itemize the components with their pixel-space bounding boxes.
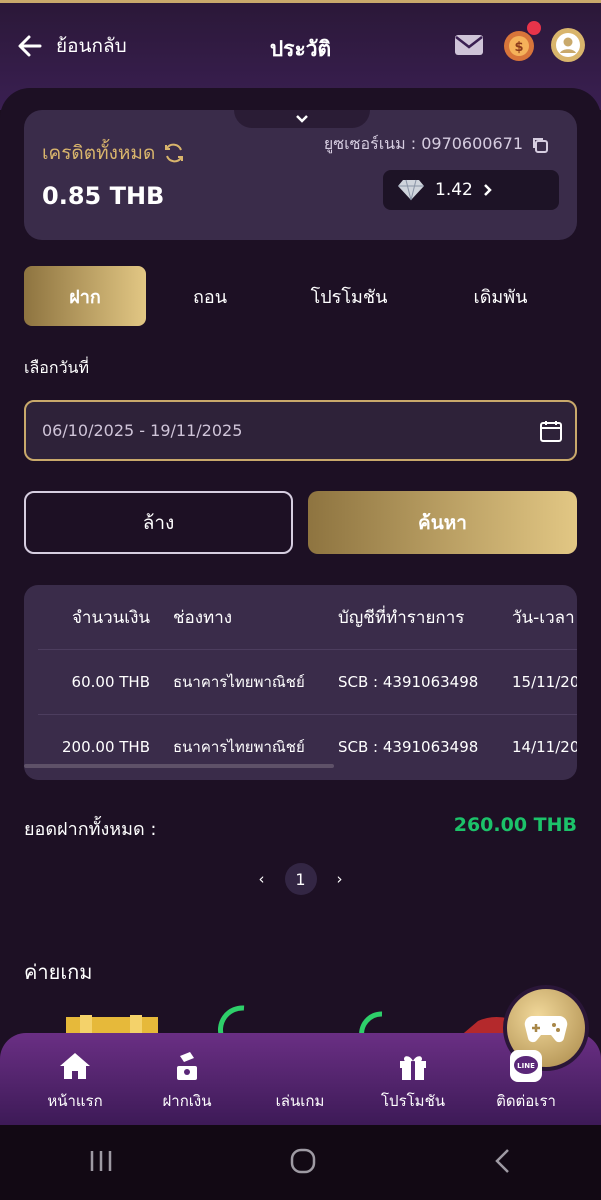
bottom-nav: หน้าแรก ฝากเงิน เล่นเกม โปรโมชัน LINE ติ… — [0, 985, 601, 1125]
system-nav-bar — [0, 1125, 601, 1200]
table-row: 60.00 THB ธนาคารไทยพาณิชย์ SCB : 4391063… — [38, 650, 577, 714]
nav-contact[interactable]: LINE ติดต่อเรา — [471, 1033, 581, 1125]
svg-text:LINE: LINE — [517, 1062, 535, 1070]
column-header: บัญชีที่ทำรายการ — [338, 607, 465, 628]
home-system-icon[interactable] — [289, 1147, 317, 1179]
nav-label: โปรโมชัน — [380, 1092, 445, 1110]
chevron-right-icon — [483, 184, 492, 196]
calendar-icon[interactable] — [539, 419, 563, 443]
datetime-cell: 14/11/20 — [512, 738, 577, 756]
username-label: ยูซเซอร์เนม : 0970600671 — [323, 134, 523, 153]
line-icon: LINE — [509, 1049, 543, 1083]
table-header-row: จำนวนเงิน ช่องทาง บัญชีที่ทำรายการ วัน-เ… — [38, 585, 577, 649]
clear-button[interactable]: ล้าง — [24, 491, 293, 554]
coin-badge-icon[interactable]: $ — [501, 21, 541, 63]
back-system-icon[interactable] — [493, 1147, 513, 1179]
nav-play-games[interactable]: เล่นเกม — [245, 985, 589, 1125]
copy-icon[interactable] — [531, 136, 549, 154]
account-cell: SCB : 4391063498 — [338, 673, 479, 691]
transaction-table[interactable]: จำนวนเงิน ช่องทาง บัญชีที่ทำรายการ วัน-เ… — [24, 585, 577, 780]
channel-cell: ธนาคารไทยพาณิชย์ — [173, 673, 305, 691]
date-label: เลือกวันที่ — [24, 358, 90, 377]
datetime-cell: 15/11/20 — [512, 673, 577, 691]
refresh-icon[interactable] — [163, 142, 185, 164]
table-scrollbar[interactable] — [24, 764, 334, 768]
deposit-icon — [170, 1049, 204, 1083]
date-range-input[interactable]: 06/10/2025 - 19/11/2025 — [24, 400, 577, 461]
mail-icon[interactable] — [451, 27, 487, 63]
prev-page-button[interactable]: ‹ — [259, 870, 265, 888]
nav-label: เล่นเกม — [275, 1092, 325, 1110]
diamond-value: 1.42 — [435, 180, 473, 200]
tab-deposit[interactable]: ฝาก — [24, 266, 146, 326]
recent-apps-icon[interactable] — [88, 1149, 114, 1177]
search-button[interactable]: ค้นหา — [308, 491, 577, 554]
amount-cell: 200.00 THB — [62, 738, 150, 756]
column-header: ช่องทาง — [173, 607, 233, 628]
next-page-button[interactable]: › — [337, 870, 343, 888]
chevron-down-icon — [296, 115, 308, 123]
date-range-value: 06/10/2025 - 19/11/2025 — [42, 421, 243, 440]
nav-promotion[interactable]: โปรโมชัน — [358, 1033, 468, 1125]
home-icon — [58, 1049, 92, 1083]
account-cell: SCB : 4391063498 — [338, 738, 479, 756]
credit-value: 0.85 THB — [42, 182, 165, 210]
nav-home[interactable]: หน้าแรก — [20, 1033, 130, 1125]
main-panel: เครดิตทั้งหมด 0.85 THB ยูซเซอร์เนม : 097… — [0, 88, 601, 1148]
credit-label: เครดิตทั้งหมด — [42, 138, 185, 168]
credit-label-text: เครดิตทั้งหมด — [42, 142, 156, 164]
diamond-icon — [398, 179, 424, 201]
user-avatar-icon[interactable] — [551, 28, 585, 62]
tab-withdraw[interactable]: ถอน — [146, 266, 274, 326]
nav-label: หน้าแรก — [47, 1092, 103, 1110]
nav-label: ฝากเงิน — [162, 1092, 212, 1110]
providers-title: ค่ายเกม — [24, 960, 93, 984]
amount-cell: 60.00 THB — [71, 673, 150, 691]
total-label: ยอดฝากทั้งหมด : — [24, 819, 157, 840]
tab-bet[interactable]: เดิมพัน — [424, 266, 577, 326]
channel-cell: ธนาคารไทยพาณิชย์ — [173, 738, 305, 756]
page-number[interactable]: 1 — [284, 863, 317, 895]
column-header: วัน-เวลา — [512, 607, 575, 628]
table-row: 200.00 THB ธนาคารไทยพาณิชย์ SCB : 439106… — [38, 715, 577, 779]
credit-card: เครดิตทั้งหมด 0.85 THB ยูซเซอร์เนม : 097… — [24, 110, 577, 240]
pagination: ‹ 1 › — [0, 863, 601, 895]
history-tabs: ฝาก ถอน โปรโมชัน เดิมพัน — [24, 266, 577, 326]
notification-dot — [527, 21, 541, 35]
diamond-balance-button[interactable]: 1.42 — [383, 170, 559, 210]
collapse-toggle[interactable] — [234, 110, 370, 128]
tab-promotion[interactable]: โปรโมชัน — [274, 266, 424, 326]
username-row: ยูซเซอร์เนม : 0970600671 — [324, 132, 549, 157]
total-value: 260.00 THB — [453, 814, 577, 836]
nav-label: ติดต่อเรา — [496, 1092, 556, 1110]
nav-deposit[interactable]: ฝากเงิน — [132, 1033, 242, 1125]
svg-text:$: $ — [514, 40, 523, 55]
column-header: จำนวนเงิน — [71, 607, 150, 628]
gift-icon — [396, 1049, 430, 1083]
